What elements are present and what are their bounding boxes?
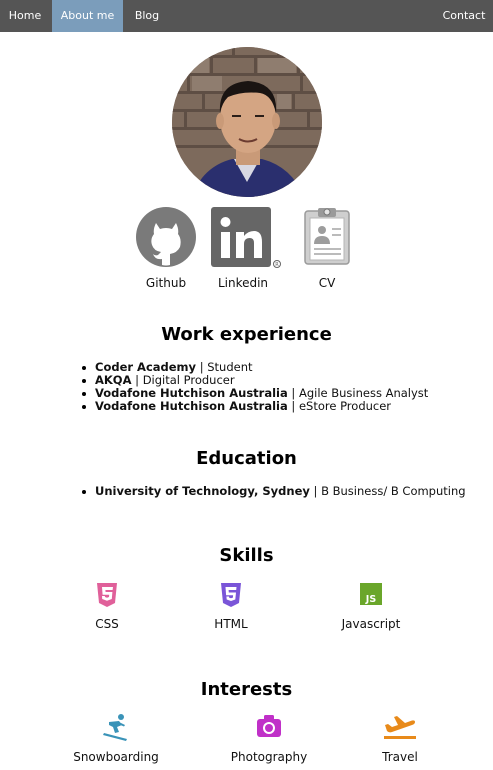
education-heading: Education [196, 448, 297, 469]
svg-text:R: R [275, 262, 279, 268]
interest-label: Photography [230, 750, 308, 764]
degree-name: B Business/ B Computing [321, 484, 466, 498]
profile-photo [172, 47, 322, 197]
github-icon [136, 207, 196, 270]
top-navigation-bar: Home About me Blog Contact [0, 0, 493, 32]
airplane-icon [384, 716, 416, 743]
cv-link[interactable]: CV [302, 206, 352, 290]
github-label: Github [145, 276, 187, 290]
nav-contact-link[interactable]: Contact [435, 0, 493, 32]
job-title: Digital Producer [142, 373, 235, 387]
linkedin-label: Linkedin [217, 276, 269, 290]
js-icon: JS [360, 583, 382, 608]
skill-label: CSS [95, 617, 119, 631]
linkedin-link[interactable]: R Linkedin [210, 206, 284, 290]
interest-photography: Photography [219, 712, 319, 768]
list-item: Vodafone Hutchison Australia | eStore Pr… [81, 399, 428, 413]
employer-name: Coder Academy [95, 360, 197, 374]
skill-label: Javascript [341, 617, 401, 631]
job-title: eStore Producer [298, 399, 392, 413]
interest-travel: Travel [350, 712, 450, 768]
interest-snowboarding: Snowboarding [66, 712, 166, 768]
interests-heading: Interests [200, 679, 293, 700]
skill-javascript: JS Javascript [326, 580, 416, 636]
html5-icon [220, 583, 242, 610]
interest-label: Snowboarding [73, 750, 159, 764]
job-title: Agile Business Analyst [298, 386, 429, 400]
nav-blog-link[interactable]: Blog [123, 0, 171, 32]
employer-name: AKQA [95, 373, 132, 387]
snowboarding-icon [103, 713, 129, 744]
skills-heading: Skills [219, 545, 274, 566]
camera-icon [257, 715, 281, 740]
nav-about-link[interactable]: About me [52, 0, 123, 32]
employer-name: Vodafone Hutchison Australia [95, 386, 288, 400]
job-title: Student [207, 360, 253, 374]
institution-name: University of Technology, Sydney [95, 484, 310, 498]
work-experience-heading: Work experience [161, 324, 332, 345]
work-experience-list: Coder Academy | Student AKQA | Digital P… [81, 360, 429, 413]
skill-label: HTML [214, 617, 248, 631]
cv-label: CV [318, 276, 336, 290]
skill-css: CSS [62, 580, 152, 636]
education-list: University of Technology, Sydney | B Bus… [82, 484, 466, 498]
interest-label: Travel [382, 750, 418, 764]
list-item: University of Technology, Sydney | B Bus… [82, 484, 466, 498]
employer-name: Vodafone Hutchison Australia [95, 399, 288, 413]
svg-text:JS: JS [365, 594, 377, 605]
linkedin-icon: R [210, 206, 284, 273]
skill-html: HTML [186, 580, 276, 636]
github-link[interactable]: Github [134, 206, 198, 290]
clipboard-icon [303, 206, 351, 269]
nav-home-link[interactable]: Home [0, 0, 50, 32]
css3-icon [96, 583, 118, 610]
